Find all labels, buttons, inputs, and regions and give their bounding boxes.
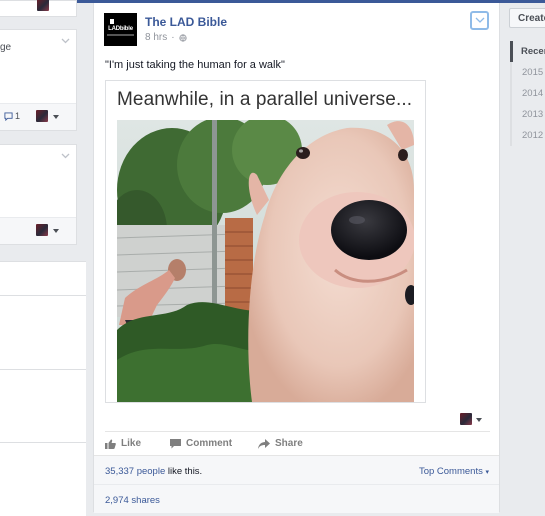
- left-list-item[interactable]: [0, 295, 86, 370]
- post-caption: "I'm just taking the human for a walk": [105, 59, 285, 71]
- separator: ·: [171, 32, 175, 43]
- likes-count-link[interactable]: 35,337 people: [105, 466, 165, 477]
- comment-button[interactable]: Comment: [170, 438, 232, 449]
- meme-image: [117, 120, 414, 402]
- comment-label: Comment: [186, 438, 233, 449]
- caret-down-icon[interactable]: [53, 229, 59, 233]
- timeline-item-recent[interactable]: Recent: [510, 41, 545, 62]
- share-label: Share: [275, 438, 303, 449]
- timeline-item-2015[interactable]: 2015: [510, 62, 545, 83]
- post-meta: 8 hrs ·: [145, 32, 187, 43]
- avatar: [460, 413, 472, 425]
- like-label: Like: [121, 438, 142, 449]
- dog-photo-illustration: [117, 120, 414, 402]
- logo-underline: [107, 34, 134, 36]
- caret-down-icon: ▾: [485, 469, 489, 476]
- page-logo: LADbible: [108, 26, 133, 32]
- post-options-button[interactable]: [470, 11, 489, 30]
- page-avatar[interactable]: LADbible: [104, 13, 137, 46]
- timeline-year-nav: Recent 2015 2014 2013 2012: [510, 41, 545, 146]
- share-icon: [258, 438, 270, 449]
- card-footer: 1: [0, 103, 76, 130]
- chevron-down-icon: [475, 17, 485, 23]
- card-footer: [0, 217, 76, 244]
- top-comments-label: Top Comments: [418, 466, 483, 477]
- logo-mark: [110, 19, 114, 24]
- post-timestamp[interactable]: 8 hrs: [145, 32, 167, 43]
- meme-caption: Meanwhile, in a parallel universe...: [117, 89, 413, 110]
- create-button[interactable]: Create: [509, 8, 545, 28]
- post-actions: Like Comment Share: [105, 431, 490, 456]
- likes-text: 35,337 people like this.: [105, 466, 202, 477]
- comment-count: 1: [15, 111, 21, 121]
- left-list-item[interactable]: [0, 442, 86, 516]
- avatar[interactable]: [36, 110, 48, 122]
- page-name-link[interactable]: The LAD Bible: [145, 15, 227, 29]
- avatar[interactable]: [36, 224, 48, 236]
- timeline-item-2014[interactable]: 2014: [510, 83, 545, 104]
- comment-icon: [4, 111, 13, 121]
- chevron-down-icon[interactable]: [61, 153, 70, 162]
- timeline-item-2013[interactable]: 2013: [510, 104, 545, 125]
- timeline-item-2012[interactable]: 2012: [510, 125, 545, 146]
- like-icon: [105, 439, 116, 449]
- left-list-item[interactable]: [0, 369, 86, 443]
- avatar[interactable]: [37, 0, 49, 11]
- chevron-down-icon[interactable]: [61, 38, 70, 47]
- likes-suffix: like this.: [165, 466, 203, 477]
- left-card-1: ge 1: [0, 29, 77, 131]
- caret-down-icon: [476, 418, 482, 422]
- top-comments-dropdown[interactable]: Top Comments ▾: [419, 466, 489, 477]
- caret-down-icon[interactable]: [53, 115, 59, 119]
- left-card-2: [0, 144, 77, 245]
- comment-counter[interactable]: 1: [4, 111, 20, 121]
- left-list-header: [0, 261, 86, 296]
- share-button[interactable]: Share: [258, 438, 303, 449]
- comment-icon: [170, 438, 181, 448]
- like-button[interactable]: Like: [105, 438, 141, 449]
- likes-summary: 35,337 people like this. Top Comments ▾: [94, 455, 499, 485]
- card-text: ge: [0, 42, 12, 53]
- left-column: ge 1: [0, 0, 86, 516]
- left-card-partial: [0, 0, 77, 17]
- globe-icon: [178, 33, 187, 42]
- shares-summary: 2,974 shares: [94, 484, 499, 513]
- news-feed-post: LADbible The LAD Bible 8 hrs · "I'm just…: [93, 3, 500, 513]
- post-photo[interactable]: Meanwhile, in a parallel universe...: [105, 80, 426, 403]
- shares-link[interactable]: 2,974 shares: [105, 495, 160, 506]
